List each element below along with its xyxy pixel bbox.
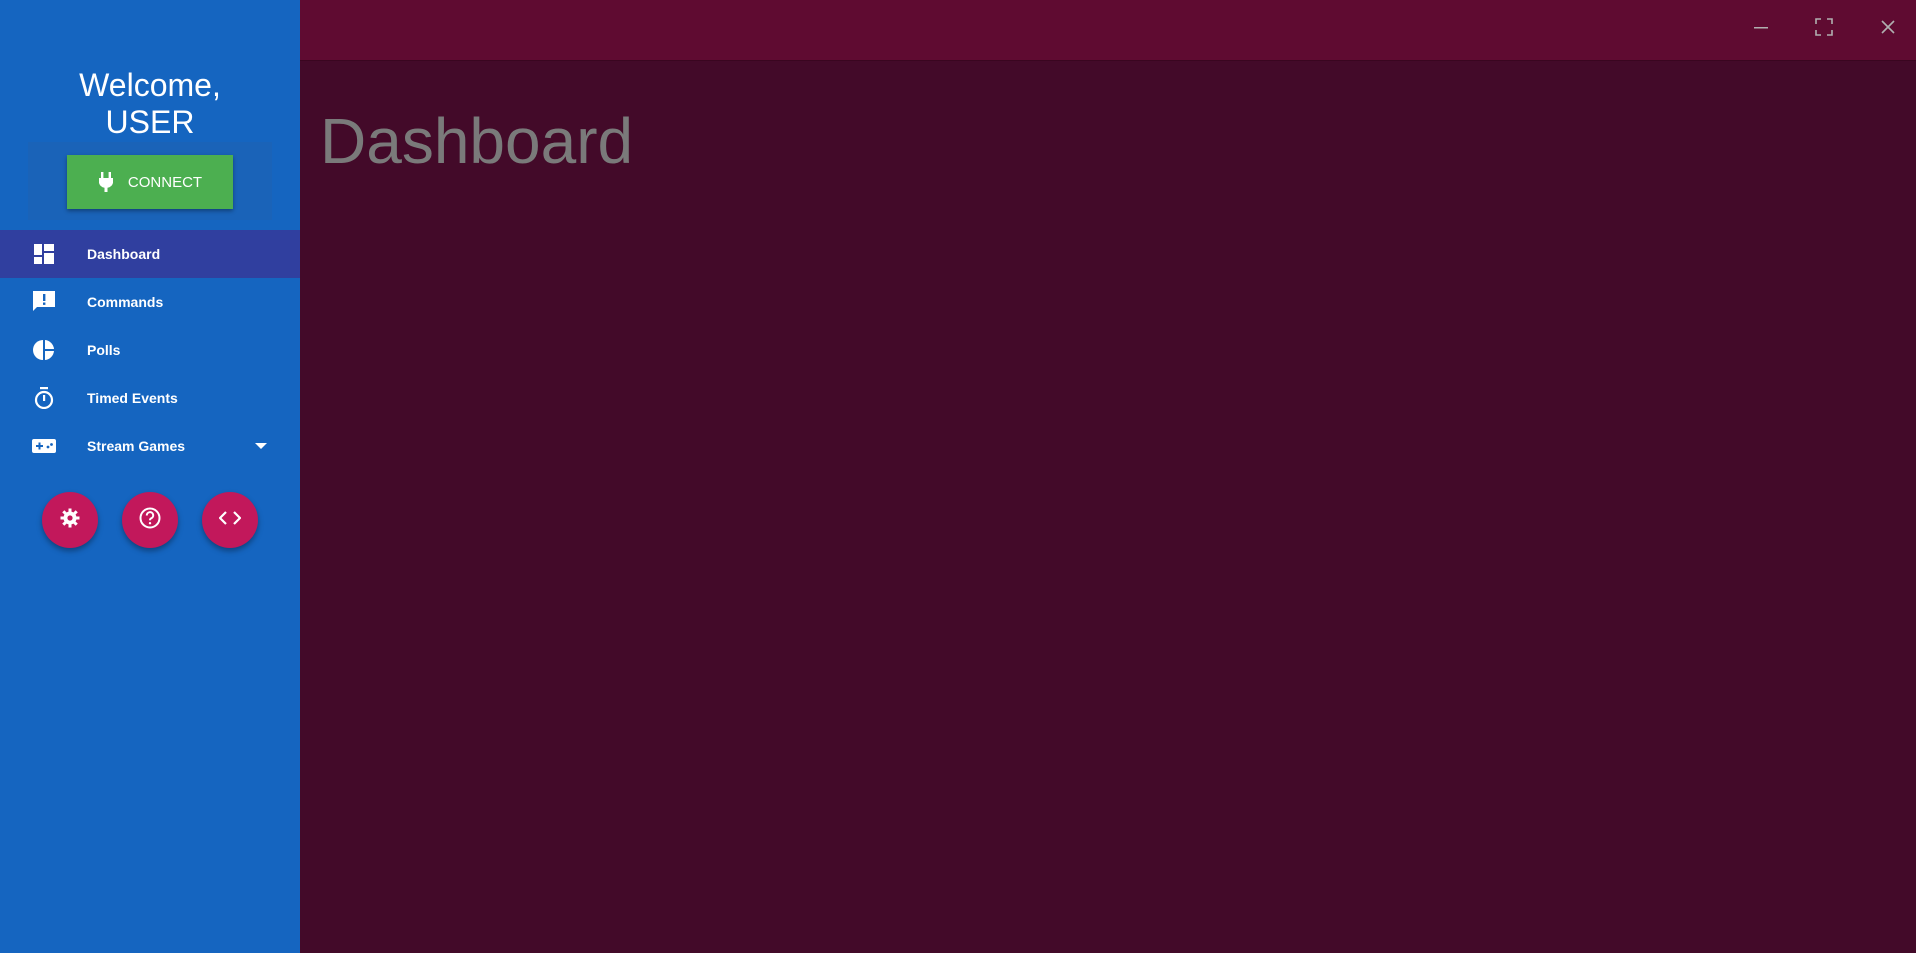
sidebar-item-label: Timed Events: [87, 390, 178, 406]
settings-button[interactable]: [42, 492, 98, 548]
pie-chart-icon: [32, 338, 56, 362]
sidebar-item-timed-events[interactable]: Timed Events: [0, 374, 300, 422]
chat-alert-icon: [32, 290, 56, 314]
connect-label: CONNECT: [127, 173, 203, 191]
minimize-button[interactable]: [1746, 14, 1776, 44]
close-icon: [1880, 19, 1896, 40]
timer-icon: [32, 386, 56, 410]
username: USER: [105, 104, 195, 140]
maximize-icon: [1815, 17, 1833, 41]
sidebar-item-label: Stream Games: [87, 438, 186, 454]
dashboard-icon: [32, 242, 56, 266]
plug-icon: [98, 172, 114, 192]
sidebar: Welcome, USER CONNECT Dashboard Commands…: [0, 0, 300, 953]
sidebar-item-label: Polls: [87, 342, 121, 358]
sidebar-item-label: Commands: [87, 294, 164, 310]
sidebar-item-polls[interactable]: Polls: [0, 326, 300, 374]
maximize-button[interactable]: [1809, 14, 1839, 44]
code-button[interactable]: [202, 492, 258, 548]
sidebar-item-commands[interactable]: Commands: [0, 278, 300, 326]
help-icon: [139, 507, 161, 534]
sidebar-item-dashboard[interactable]: Dashboard: [0, 230, 300, 278]
sidebar-item-label: Dashboard: [87, 246, 161, 262]
connect-button[interactable]: CONNECT: [67, 155, 233, 209]
gamepad-icon: [32, 434, 56, 458]
app-window: Welcome, USER CONNECT Dashboard Commands…: [0, 0, 1916, 953]
code-icon: [218, 510, 242, 530]
connect-panel: CONNECT: [28, 142, 272, 220]
page-title: Dashboard: [320, 105, 634, 177]
window-titlebar: [300, 0, 1916, 61]
welcome-line: Welcome,: [79, 67, 221, 103]
help-button[interactable]: [122, 492, 178, 548]
chevron-down-icon[interactable]: [254, 439, 268, 453]
welcome-message: Welcome, USER: [0, 67, 300, 141]
sidebar-item-stream-games[interactable]: Stream Games: [0, 422, 300, 470]
sidebar-nav: Dashboard Commands Polls Timed Events St…: [0, 230, 300, 470]
minimize-icon: [1753, 19, 1769, 40]
gear-icon: [60, 508, 80, 533]
close-button[interactable]: [1873, 14, 1903, 44]
